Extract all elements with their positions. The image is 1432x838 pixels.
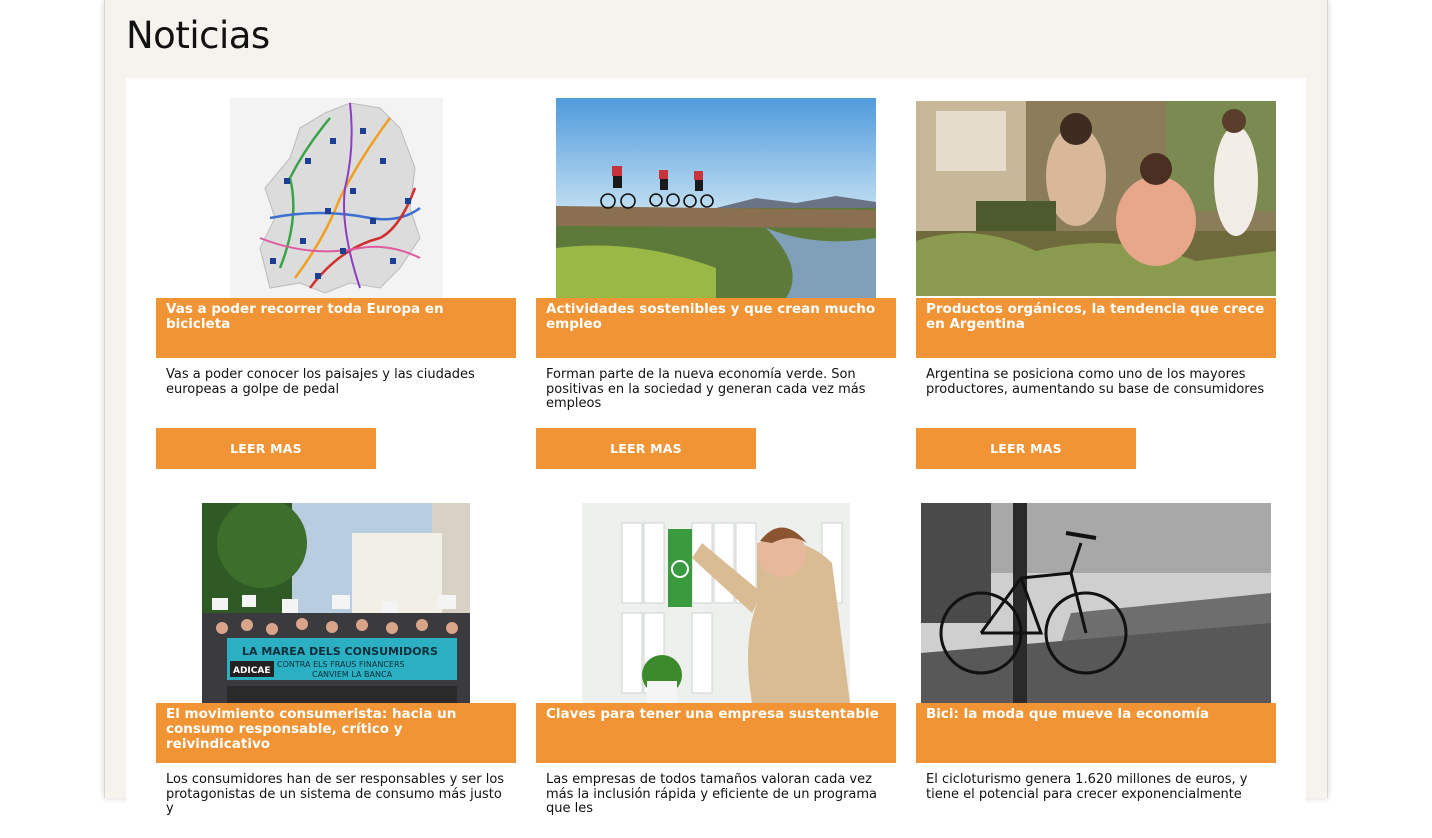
news-title-box: Actividades sostenibles y que crean much…: [536, 298, 896, 358]
news-card: Vas a poder recorrer toda Europa en bici…: [156, 98, 516, 469]
news-title[interactable]: Vas a poder recorrer toda Europa en bici…: [166, 302, 506, 332]
read-more-button[interactable]: LEER MAS: [536, 428, 756, 469]
page-title: Noticias: [126, 14, 270, 57]
news-title-box: Vas a poder recorrer toda Europa en bici…: [156, 298, 516, 358]
read-more-button[interactable]: LEER MAS: [916, 428, 1136, 469]
protest-banner-line1: LA MAREA DELS CONSUMIDORS: [242, 645, 438, 658]
news-title-box: Claves para tener una empresa sustentabl…: [536, 703, 896, 763]
news-title-box: El movimiento consumerista: hacia un con…: [156, 703, 516, 763]
news-description: Argentina se posiciona como uno de los m…: [926, 367, 1265, 397]
page-container: Noticias Vas a poder recorrer toda Europ…: [104, 0, 1328, 838]
news-grid: Vas a poder recorrer toda Europa en bici…: [126, 78, 1306, 838]
news-card: Productos orgánicos, la tendencia que cr…: [916, 98, 1276, 469]
news-card: LA MAREA DELS CONSUMIDORS CONTRA ELS FRA…: [156, 503, 516, 816]
read-more-button[interactable]: LEER MAS: [156, 428, 376, 469]
news-title[interactable]: Actividades sostenibles y que crean much…: [546, 302, 886, 332]
news-image-recycling-folder[interactable]: [582, 503, 850, 703]
news-title[interactable]: Productos orgánicos, la tendencia que cr…: [926, 302, 1266, 332]
news-card: Actividades sostenibles y que crean much…: [536, 98, 896, 469]
protest-banner-org: ADICAE: [233, 666, 271, 676]
news-description: Las empresas de todos tamaños valoran ca…: [546, 772, 878, 816]
news-image-bicycle[interactable]: [921, 503, 1271, 703]
news-description: Vas a poder conocer los paisajes y las c…: [166, 367, 475, 397]
news-description: Los consumidores han de ser responsables…: [166, 772, 505, 816]
news-title[interactable]: Claves para tener una empresa sustentabl…: [546, 707, 886, 722]
news-card: Bici: la moda que mueve la economía El c…: [916, 503, 1276, 801]
news-image-organic-market[interactable]: [916, 101, 1276, 296]
news-card: Claves para tener una empresa sustentabl…: [536, 503, 896, 816]
news-title-box: Bici: la moda que mueve la economía: [916, 703, 1276, 763]
news-description: Forman parte de la nueva economía verde.…: [546, 367, 866, 411]
news-image-protest[interactable]: LA MAREA DELS CONSUMIDORS CONTRA ELS FRA…: [202, 503, 470, 703]
news-image-cyclists[interactable]: [556, 98, 876, 298]
news-title-box: Productos orgánicos, la tendencia que cr…: [916, 298, 1276, 358]
news-image-europe-map[interactable]: [230, 98, 443, 298]
news-title[interactable]: Bici: la moda que mueve la economía: [926, 707, 1266, 722]
protest-banner-line3: CANVIEM LA BANCA: [312, 670, 393, 679]
protest-banner-line2: CONTRA ELS FRAUS FINANCERS: [277, 660, 405, 669]
news-title[interactable]: El movimiento consumerista: hacia un con…: [166, 707, 506, 752]
